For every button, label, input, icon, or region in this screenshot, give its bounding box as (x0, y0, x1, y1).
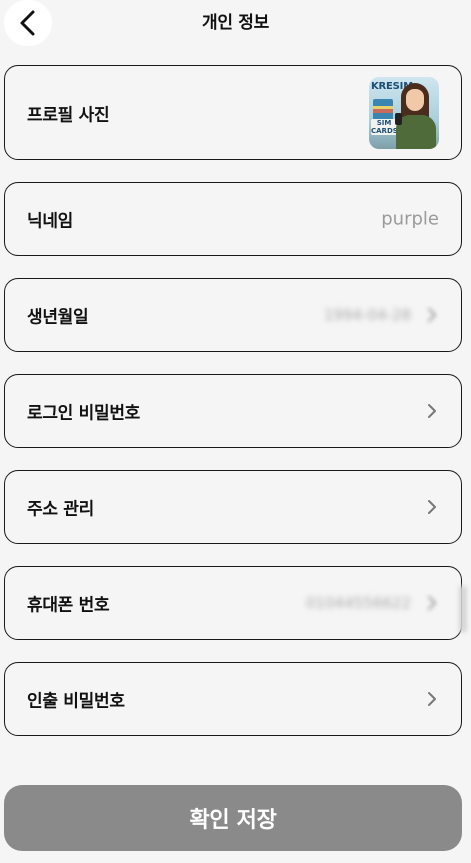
chevron-right-icon (428, 692, 436, 706)
chevron-right-icon (428, 596, 436, 610)
nickname-label: 닉네임 (27, 211, 74, 232)
blur-artifact (459, 586, 467, 632)
login-password-row[interactable]: 로그인 비밀번호 (4, 374, 462, 448)
photo-phone (395, 113, 402, 125)
nickname-row[interactable]: 닉네임 purple (4, 182, 462, 256)
birthdate-row[interactable]: 생년월일 1994-04-28 (4, 278, 462, 352)
phone-value: 01044556622 (306, 594, 411, 612)
personal-info-page: 개인 정보 프로필 사진 KRESIM SIM CARDS 닉네임 purple… (0, 0, 471, 863)
profile-photo-label: 프로필 사진 (27, 105, 110, 125)
address-row[interactable]: 주소 관리 (4, 470, 462, 544)
withdraw-password-row[interactable]: 인출 비밀번호 (4, 662, 462, 736)
phone-row[interactable]: 휴대폰 번호 01044556622 (4, 566, 462, 640)
page-title: 개인 정보 (202, 13, 269, 33)
chevron-right-icon (428, 308, 436, 322)
photo-sign-text: SIM CARDS (371, 119, 398, 135)
chevron-right-icon (428, 404, 436, 418)
birthdate-value: 1994-04-28 (323, 306, 411, 324)
photo-face (406, 89, 424, 111)
address-label: 주소 관리 (27, 499, 94, 520)
save-button[interactable]: 확인 저장 (4, 785, 462, 851)
nickname-value: purple (381, 208, 439, 230)
chevron-right-icon (428, 500, 436, 514)
profile-photo-row[interactable]: 프로필 사진 KRESIM SIM CARDS (4, 65, 462, 160)
profile-photo-image[interactable]: KRESIM SIM CARDS (369, 77, 439, 149)
birthdate-label: 생년월일 (27, 307, 89, 328)
withdraw-password-label: 인출 비밀번호 (27, 691, 125, 712)
photo-body (396, 115, 436, 149)
header: 개인 정보 (0, 0, 471, 46)
login-password-label: 로그인 비밀번호 (27, 403, 140, 424)
phone-label: 휴대폰 번호 (27, 595, 110, 616)
